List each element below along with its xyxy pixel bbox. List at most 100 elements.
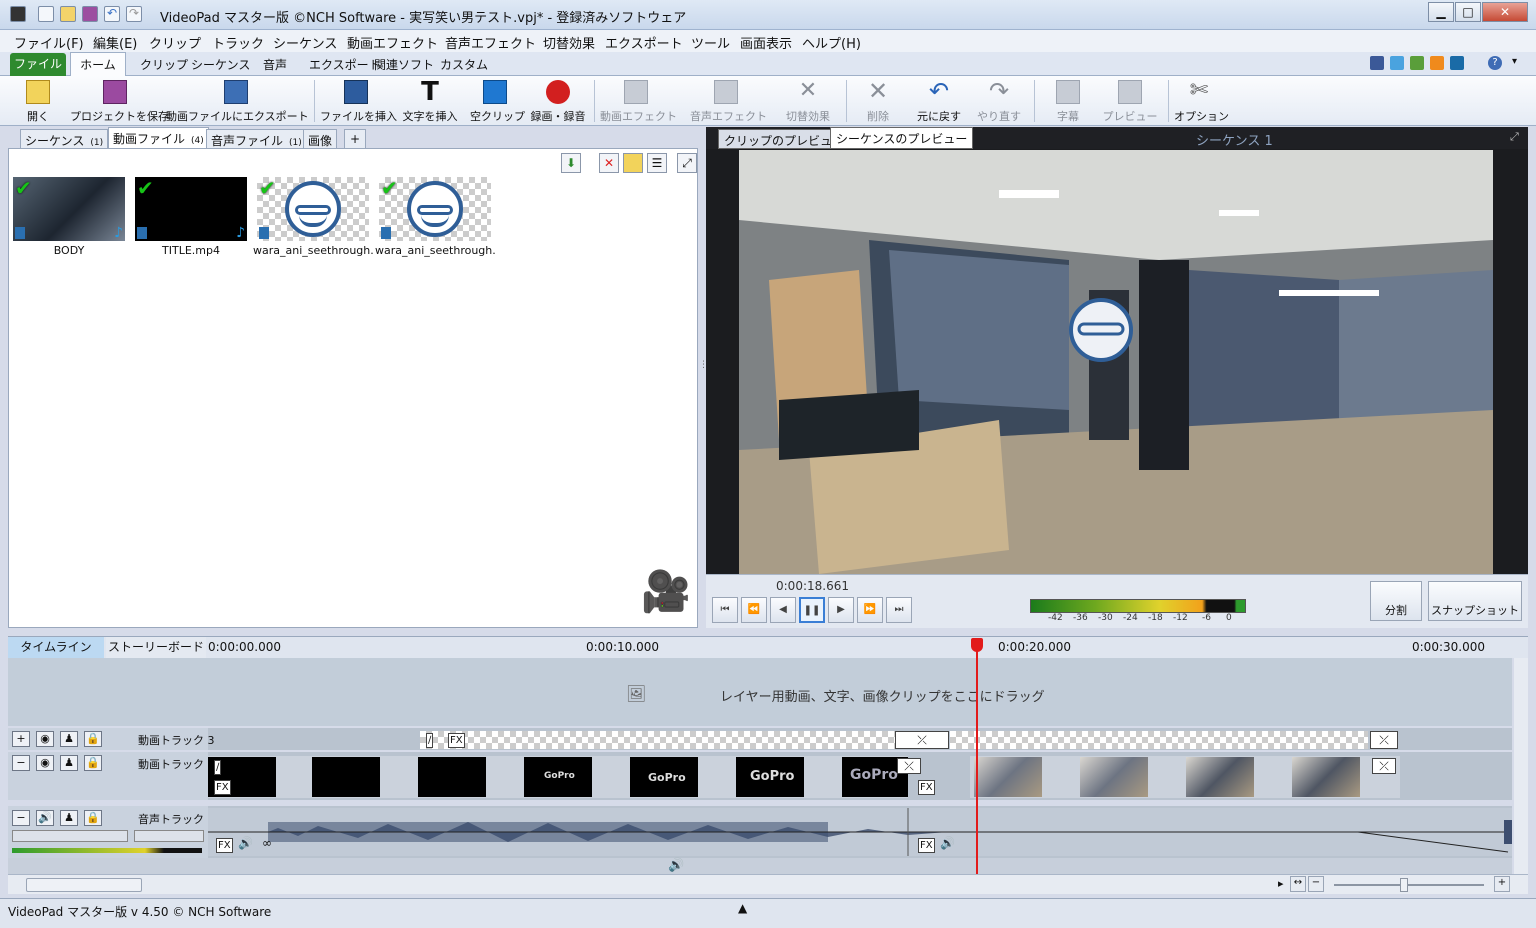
preview-button[interactable]: プレビュー [1100, 78, 1160, 124]
step-back-button[interactable]: ◀ [770, 597, 796, 623]
export-video-button[interactable]: 動画ファイルにエクスポート [166, 78, 309, 124]
zoom-slider[interactable] [1334, 884, 1484, 886]
transition-icon[interactable]: ⤫ [897, 758, 921, 774]
speaker-icon[interactable]: 🔊 [36, 810, 54, 826]
linkedin-icon[interactable] [1450, 56, 1464, 70]
fx-button[interactable]: FX [214, 780, 231, 795]
fx-button[interactable]: FX [448, 733, 465, 748]
menu-video-effect[interactable]: 動画エフェクト [347, 33, 438, 52]
tab-sequences[interactable]: シーケンス (1) [20, 129, 109, 149]
expand-up-icon[interactable]: ▲ [738, 901, 747, 915]
splitter-handle[interactable]: ⋮ [699, 360, 708, 390]
transition-icon[interactable]: ⤫ [1372, 758, 1396, 774]
overlay-clip-laughing-man[interactable] [420, 731, 912, 749]
record-button[interactable]: 録画・録音 [528, 78, 588, 124]
pan-slider[interactable] [134, 830, 204, 842]
help-icon[interactable]: ? [1488, 56, 1502, 70]
media-thumbnail-title[interactable]: ✔ ♪ [135, 177, 247, 241]
next-clip-button[interactable]: ⏩ [857, 597, 883, 623]
collapse-track-icon[interactable]: − [12, 755, 30, 771]
list-view-icon[interactable]: ☰ [647, 153, 667, 173]
go-to-start-button[interactable]: ⏮ [712, 597, 738, 623]
add-tab-button[interactable]: + [344, 129, 366, 149]
loop-icon[interactable]: ∞ [262, 836, 272, 850]
menu-track[interactable]: トラック [212, 33, 264, 52]
people-icon[interactable]: ♟ [60, 755, 78, 771]
stumbleupon-icon[interactable] [1430, 56, 1444, 70]
tab-images[interactable]: 画像 [303, 129, 338, 149]
people-icon[interactable]: ♟ [60, 731, 78, 747]
media-thumbnail-wara-2[interactable]: ✔ [379, 177, 491, 241]
menu-tools[interactable]: ツール [691, 33, 730, 52]
collapse-track-icon[interactable]: − [12, 810, 30, 826]
new-icon[interactable] [38, 6, 54, 22]
transition-icon[interactable]: ⤫ [1370, 731, 1398, 749]
save-project-button[interactable]: プロジェクトを保存 [70, 78, 169, 124]
eye-icon[interactable]: ◉ [36, 755, 54, 771]
tab-related-software[interactable]: 関連ソフト [374, 56, 434, 73]
media-thumbnail-wara-1[interactable]: ✔ [257, 177, 369, 241]
tab-custom[interactable]: カスタム [440, 56, 488, 73]
insert-file-button[interactable]: ファイルを挿入 [320, 78, 397, 124]
add-track-icon[interactable]: + [12, 731, 30, 747]
menu-sequence[interactable]: シーケンス [273, 33, 337, 52]
audio-effect-button[interactable]: 音声エフェクト [690, 78, 767, 124]
facebook-icon[interactable] [1370, 56, 1384, 70]
undock-icon[interactable]: ⤢ [677, 153, 697, 173]
minimize-button[interactable]: ▁ [1428, 2, 1454, 22]
speaker-icon[interactable]: 🔊 [668, 858, 684, 873]
step-forward-button[interactable]: ▶ [828, 597, 854, 623]
menu-file[interactable]: ファイル(F) [14, 33, 84, 52]
speaker-icon[interactable]: 🔊 [238, 836, 253, 850]
options-button[interactable]: ✄ オプション [1174, 78, 1229, 124]
tab-home[interactable]: ホーム [70, 52, 126, 77]
open-folder-icon[interactable] [60, 6, 76, 22]
go-to-end-button[interactable]: ⏭ [886, 597, 912, 623]
twitter-icon[interactable] [1390, 56, 1404, 70]
undock-icon[interactable]: ⤢ [1510, 130, 1519, 144]
lock-icon[interactable]: 🔒 [84, 755, 102, 771]
menu-view[interactable]: 画面表示 [740, 33, 792, 52]
add-audio-track-row[interactable] [8, 858, 1512, 874]
lock-icon[interactable]: 🔒 [84, 810, 102, 826]
import-icon[interactable]: ⬇ [561, 153, 581, 173]
tab-audio-files[interactable]: 音声ファイル (1) [206, 129, 307, 149]
split-button[interactable]: 分割 [1370, 581, 1422, 621]
tab-timeline[interactable]: タイムライン [8, 637, 104, 658]
undo-icon[interactable]: ↶ [104, 6, 120, 22]
snapshot-button[interactable]: スナップショット [1428, 581, 1522, 621]
eye-icon[interactable]: ◉ [36, 731, 54, 747]
google-plus-icon[interactable] [1410, 56, 1424, 70]
tab-sequence-preview[interactable]: シーケンスのプレビュー [830, 127, 974, 149]
previous-clip-button[interactable]: ⏪ [741, 597, 767, 623]
tab-video-files[interactable]: 動画ファイル (4) [108, 127, 209, 149]
maximize-button[interactable]: □ [1455, 2, 1481, 22]
fx-button[interactable]: FX [918, 780, 935, 795]
transition-icon[interactable]: ⤫ [895, 731, 949, 749]
menu-clip[interactable]: クリップ [149, 33, 201, 52]
overlay-clip-laughing-man[interactable] [950, 731, 1368, 749]
save-icon[interactable] [82, 6, 98, 22]
menu-transition[interactable]: 切替効果 [543, 33, 595, 52]
tab-sequence[interactable]: シーケンス [191, 56, 250, 73]
scroll-thumb[interactable] [26, 878, 142, 892]
video-effect-button[interactable]: 動画エフェクト [600, 78, 677, 124]
open-button[interactable]: 開く [18, 78, 58, 124]
speaker-icon[interactable]: 🔊 [940, 836, 955, 850]
lock-icon[interactable]: 🔒 [84, 731, 102, 747]
subtitles-button[interactable]: 字幕 [1046, 78, 1090, 124]
menu-audio-effect[interactable]: 音声エフェクト [445, 33, 536, 52]
fit-icon[interactable]: ↔ [1290, 876, 1306, 892]
undo-button[interactable]: ↶ 元に戻す [914, 78, 964, 124]
tab-export[interactable]: エクスポート [309, 56, 381, 73]
redo-button[interactable]: ↷ やり直す [974, 78, 1024, 124]
delete-button[interactable]: ✕ 削除 [856, 78, 900, 124]
zoom-in-icon[interactable]: + [1494, 876, 1510, 892]
playhead-handle[interactable] [971, 638, 983, 652]
tab-clip[interactable]: クリップ [140, 56, 188, 73]
vertical-scrollbar[interactable] [1514, 658, 1528, 874]
keyframe-icon[interactable]: ∕ [426, 733, 434, 748]
tab-storyboard[interactable]: ストーリーボード [106, 637, 206, 658]
keyframe-icon[interactable]: ∕ [214, 760, 222, 775]
menu-help[interactable]: ヘルプ(H) [802, 33, 861, 52]
